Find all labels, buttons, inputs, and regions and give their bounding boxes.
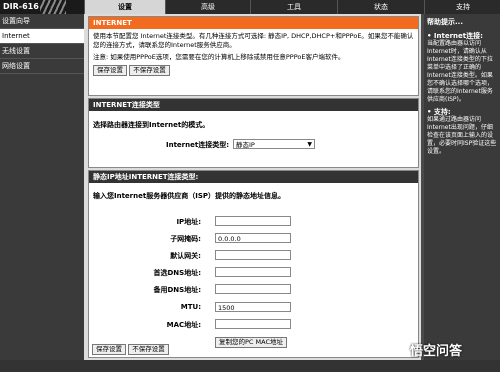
secondary-dns-label: 备用DNS地址: — [153, 286, 201, 294]
help-support-title: • 支持: — [427, 108, 451, 116]
sidebar: 设置向导 Internet 无线设置 网络设置 — [0, 14, 84, 360]
secondary-dns-input[interactable] — [215, 284, 291, 294]
bottom-buttons: 保存设置 不保存设置 — [92, 344, 169, 355]
primary-dns-label: 首选DNS地址: — [153, 269, 201, 277]
help-internet-text: 当配置路由器以访问Internet时，请确认从Internet连接类型的下拉菜单… — [427, 40, 494, 103]
chevron-down-icon: ▼ — [307, 141, 312, 148]
internet-section: INTERNET 使用本节配置您 Internet连接类型。有几种连接方式可选择… — [88, 16, 419, 96]
main-content: INTERNET 使用本节配置您 Internet连接类型。有几种连接方式可选择… — [84, 14, 421, 360]
subnet-mask-label: 子网掩码: — [170, 235, 201, 243]
connection-type-desc: 选择路由器连接到Internet的模式。 — [93, 121, 210, 129]
connection-type-select[interactable]: 静态IP ▼ — [233, 139, 315, 149]
model-name: DIR-616 — [3, 2, 39, 11]
static-ip-title: 静态IP地址INTERNET连接类型: — [89, 171, 418, 183]
sidebar-item-wireless[interactable]: 无线设置 — [0, 44, 84, 59]
connection-type-value: 静态IP — [236, 141, 255, 149]
subnet-mask-input[interactable]: 0.0.0.0 — [215, 233, 291, 243]
primary-dns-input[interactable] — [215, 267, 291, 277]
sidebar-item-network[interactable]: 网络设置 — [0, 59, 84, 74]
help-support-block: • 支持: 如果通过路由器访问Internet出现问题，仔细检查在该页面上输入的… — [424, 106, 500, 158]
connection-type-section: INTERNET连接类型 选择路由器连接到Internet的模式。 Intern… — [88, 98, 419, 168]
help-internet-title: • Internet连接: — [427, 32, 483, 40]
nosave-button-bottom[interactable]: 不保存设置 — [128, 344, 169, 355]
connection-type-title: INTERNET连接类型 — [89, 99, 418, 111]
mac-address-input[interactable] — [215, 319, 291, 329]
mac-address-label: MAC地址: — [166, 321, 201, 329]
ip-address-input[interactable] — [215, 216, 291, 226]
internet-description: 使用本节配置您 Internet连接类型。有几种连接方式可选择: 静态IP, D… — [93, 32, 414, 49]
clone-mac-button[interactable]: 复制您的PC MAC地址 — [215, 337, 288, 348]
static-ip-desc: 输入您Internet服务器供应商（ISP）提供的静态地址信息。 — [93, 192, 285, 200]
internet-title: INTERNET — [89, 17, 418, 29]
save-button-bottom[interactable]: 保存设置 — [92, 344, 126, 355]
slash-decoration — [40, 0, 66, 14]
ip-address-label: IP地址: — [176, 218, 201, 226]
tab-support[interactable]: 支持 — [424, 0, 500, 14]
help-support-text: 如果通过路由器访问Internet出现问题，仔细检查在该页面上输入的设置，必要时… — [427, 116, 497, 155]
tab-status[interactable]: 状态 — [337, 0, 424, 14]
watermark-text: 悟空问答 — [410, 344, 463, 359]
tab-setup[interactable]: 设置 — [84, 0, 165, 14]
internet-note: 注意: 如果使用PPPoE选项，您需要在您的计算机上移除或禁用任意PPPoE客户… — [93, 53, 345, 61]
mtu-label: MTU: — [180, 303, 201, 311]
bottom-bar — [0, 360, 500, 372]
connection-type-label: Internet连接类型: — [165, 141, 229, 149]
tab-tools[interactable]: 工具 — [250, 0, 337, 14]
mtu-input[interactable]: 1500 — [215, 302, 291, 312]
save-button-top[interactable]: 保存设置 — [93, 65, 127, 76]
tab-advanced[interactable]: 高级 — [165, 0, 250, 14]
gateway-label: 默认网关: — [170, 252, 201, 260]
nosave-button-top[interactable]: 不保存设置 — [129, 65, 170, 76]
sidebar-item-wizard[interactable]: 设置向导 — [0, 14, 84, 29]
top-nav-bar: DIR-616 设置 高级 工具 状态 支持 — [0, 0, 500, 14]
help-title: 帮助提示... — [427, 18, 463, 26]
help-panel: 帮助提示... • Internet连接: 当配置路由器以访问Internet时… — [424, 14, 500, 360]
sidebar-item-internet[interactable]: Internet — [0, 29, 84, 44]
gateway-input[interactable] — [215, 250, 291, 260]
static-ip-section: 静态IP地址INTERNET连接类型: 输入您Internet服务器供应商（IS… — [88, 170, 419, 358]
help-internet-block: • Internet连接: 当配置路由器以访问Internet时，请确认从Int… — [424, 30, 500, 106]
